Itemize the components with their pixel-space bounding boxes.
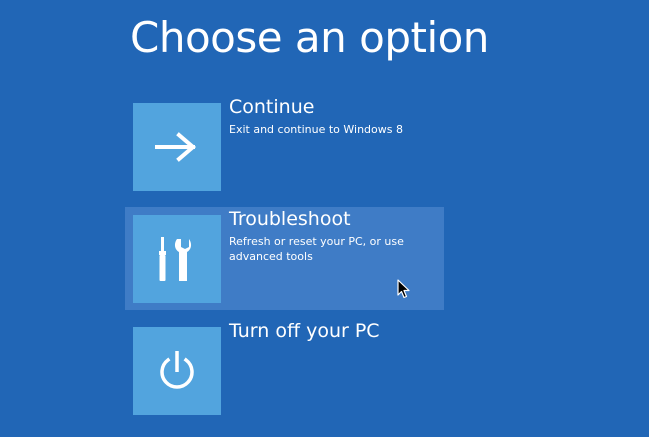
troubleshoot-tile[interactable] bbox=[133, 215, 221, 303]
continue-option[interactable]: Continue Exit and continue to Windows 8 bbox=[125, 95, 444, 198]
continue-description: Exit and continue to Windows 8 bbox=[229, 123, 403, 136]
troubleshoot-label: Troubleshoot bbox=[229, 208, 351, 230]
power-icon bbox=[160, 351, 194, 389]
continue-label: Continue bbox=[229, 96, 315, 118]
arrow-right-icon bbox=[155, 132, 197, 162]
troubleshoot-description: Refresh or reset your PC, or use advance… bbox=[229, 235, 404, 263]
turn-off-label: Turn off your PC bbox=[229, 320, 380, 342]
turn-off-option[interactable]: Turn off your PC bbox=[125, 319, 444, 422]
page-title: Choose an option bbox=[130, 13, 489, 62]
tools-icon bbox=[159, 237, 192, 281]
continue-tile[interactable] bbox=[133, 103, 221, 191]
turn-off-tile[interactable] bbox=[133, 327, 221, 415]
mouse-cursor-icon bbox=[397, 279, 410, 299]
